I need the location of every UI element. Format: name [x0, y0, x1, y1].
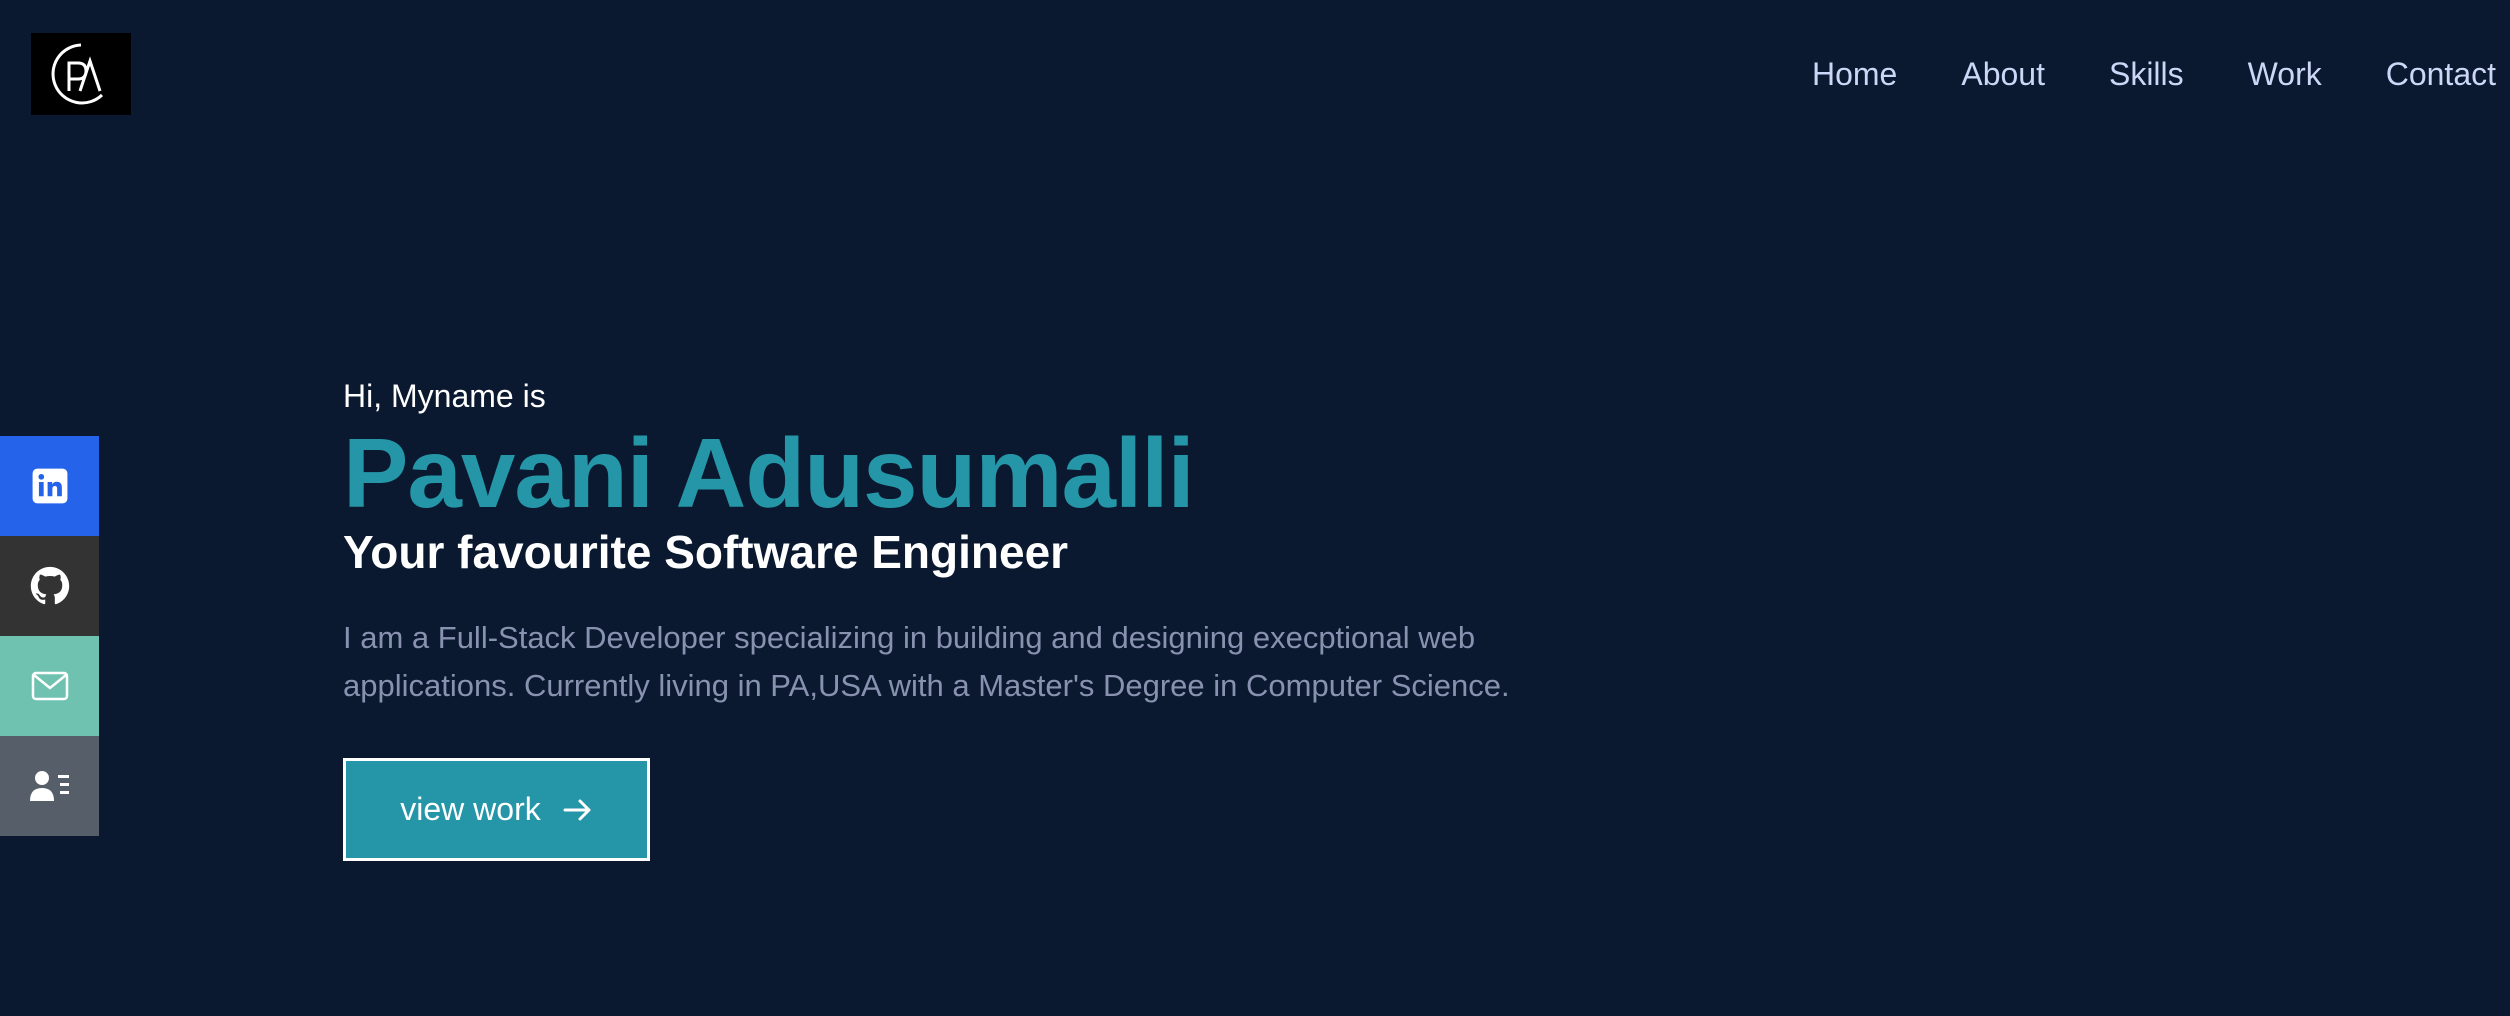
hero-section: Hi, Myname is Pavani Adusumalli Your fav… [343, 370, 1843, 861]
nav-skills[interactable]: Skills [2109, 48, 2184, 100]
nav-about[interactable]: About [1961, 48, 2045, 100]
main-nav: Home About Skills Work Contact [1812, 48, 2496, 100]
nav-contact[interactable]: Contact [2386, 48, 2496, 100]
linkedin-icon [32, 468, 67, 504]
mail-icon [31, 671, 68, 701]
portfolio-page: Home About Skills Work Contact Hi, Mynam… [0, 0, 2510, 1016]
hero-bio: I am a Full-Stack Developer specializing… [343, 620, 1510, 703]
email-link[interactable] [0, 636, 99, 736]
nav-home[interactable]: Home [1812, 48, 1897, 100]
hero-greeting: Hi, Myname is [343, 378, 546, 414]
linkedin-link[interactable] [0, 436, 99, 536]
site-header: Home About Skills Work Contact [0, 0, 2510, 150]
hero-name: Pavani Adusumalli [343, 418, 1195, 528]
github-link[interactable] [0, 536, 99, 636]
social-sidebar [0, 436, 99, 836]
view-work-label: view work [400, 791, 541, 827]
view-work-button[interactable]: view work [343, 758, 650, 861]
logo[interactable] [31, 33, 131, 115]
logo-mark-icon [51, 43, 104, 105]
nav-work[interactable]: Work [2248, 48, 2322, 100]
hero-role: Your favourite Software Engineer [343, 526, 1069, 578]
resume-icon [29, 771, 69, 801]
resume-link[interactable] [0, 736, 99, 836]
github-icon [30, 566, 69, 605]
arrow-right-icon [563, 798, 593, 822]
